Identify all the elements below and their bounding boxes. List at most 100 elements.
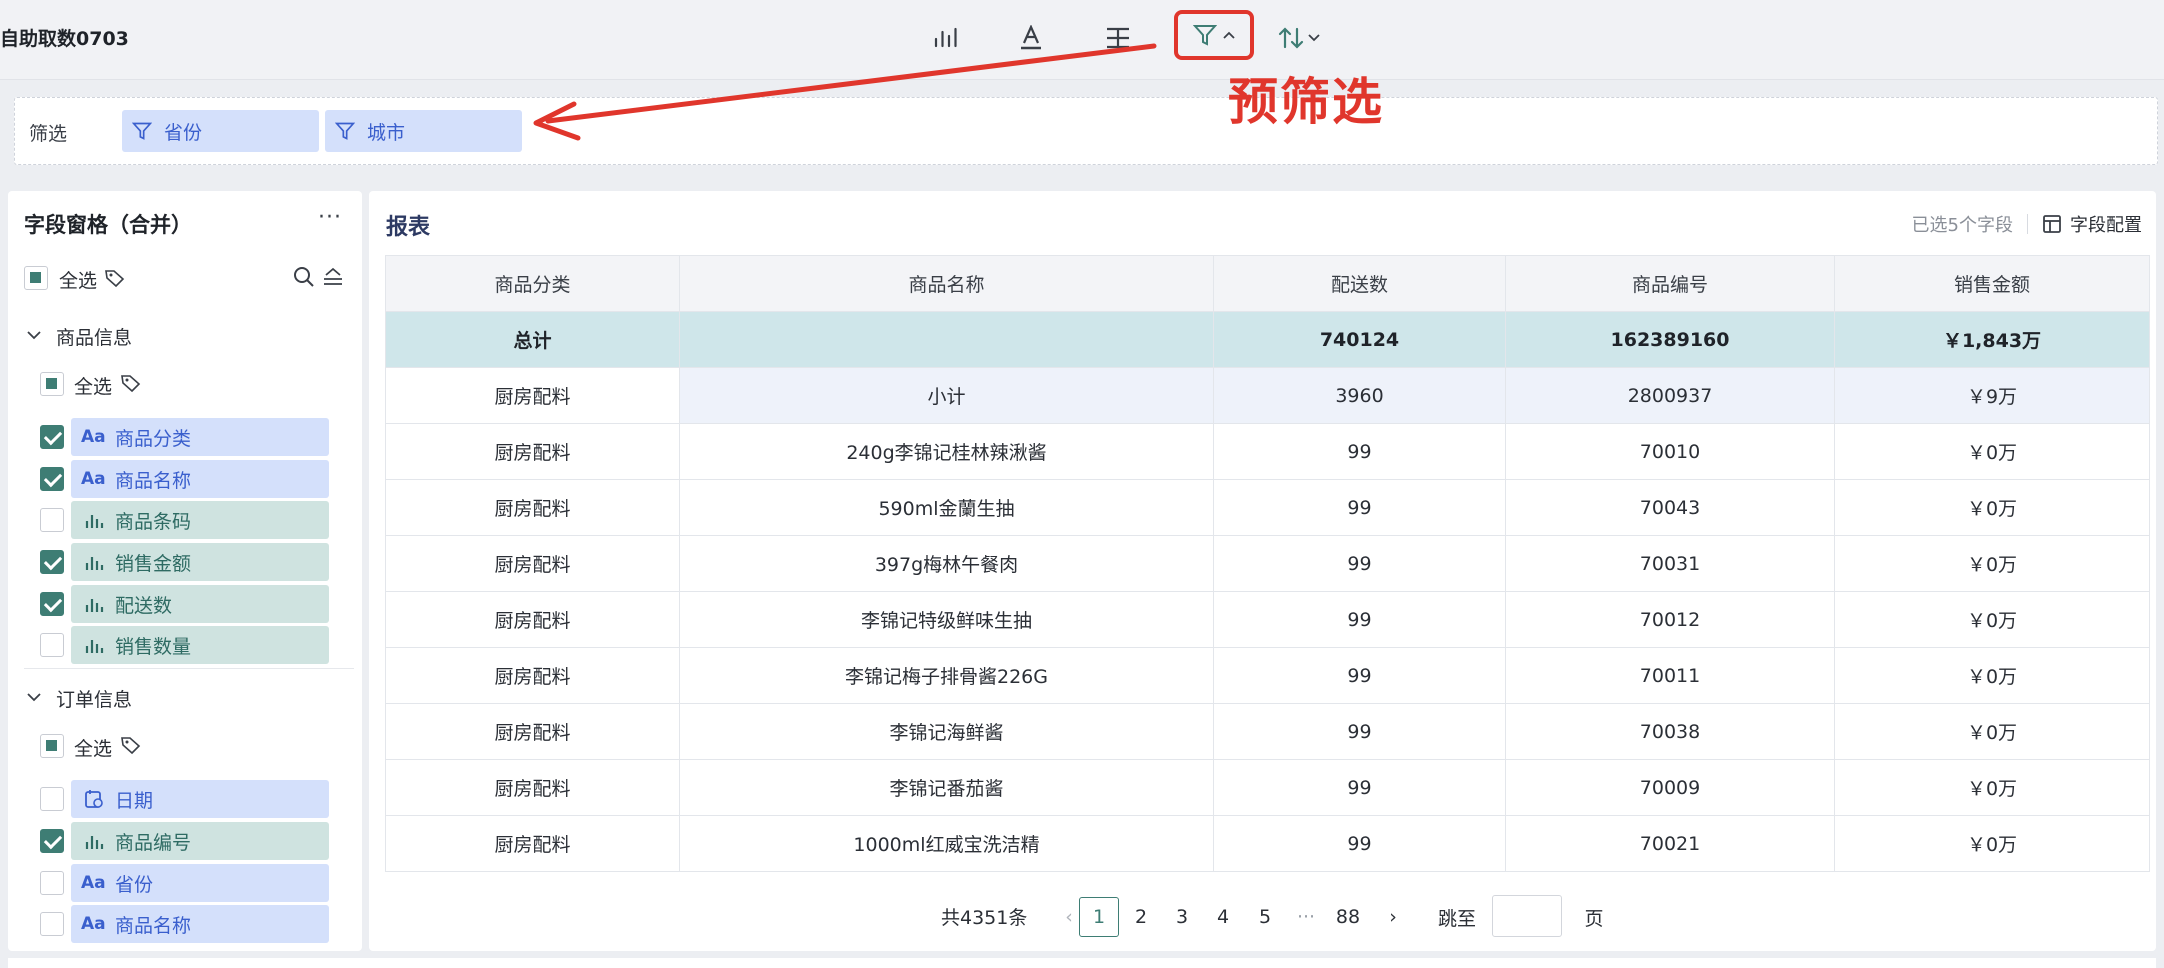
- field-checkbox[interactable]: [40, 425, 64, 449]
- table-cell: 397g梅林午餐肉: [679, 535, 1214, 592]
- table-cell: ￥0万: [1834, 815, 2150, 872]
- field-item[interactable]: 日期: [71, 780, 329, 818]
- field-checkbox[interactable]: [40, 592, 64, 616]
- group-select-all-checkbox[interactable]: [40, 372, 64, 396]
- table-cell: 厨房配料: [385, 367, 680, 424]
- field-checkbox[interactable]: [40, 467, 64, 491]
- page-button[interactable]: 1: [1079, 897, 1119, 937]
- field-item[interactable]: Aa 商品分类: [71, 418, 329, 456]
- field-label: 商品编号: [115, 831, 192, 854]
- select-all-checkbox[interactable]: [24, 266, 48, 290]
- table-cell: 70009: [1505, 759, 1835, 816]
- group-name[interactable]: 商品信息: [56, 323, 132, 350]
- field-checkbox[interactable]: [40, 871, 64, 895]
- field-checkbox[interactable]: [40, 633, 64, 657]
- field-label: 商品名称: [115, 914, 192, 937]
- table-cell: 厨房配料: [385, 759, 680, 816]
- text-type-icon: Aa: [81, 914, 106, 934]
- measure-icon: [85, 640, 104, 653]
- table-cell: 99: [1213, 591, 1506, 648]
- field-checkbox[interactable]: [40, 829, 64, 853]
- column-header[interactable]: 销售金额: [1834, 255, 2150, 312]
- date-icon: [85, 790, 103, 808]
- table-row: 厨房配料 590ml金蘭生抽 99 70043 ￥0万: [385, 479, 2150, 536]
- table-row: 厨房配料 李锦记特级鲜味生抽 99 70012 ￥0万: [385, 591, 2150, 648]
- tag-icon[interactable]: [104, 268, 126, 288]
- column-header[interactable]: 商品编号: [1505, 255, 1835, 312]
- bottom-panel-edge: [8, 958, 2156, 968]
- field-checkbox[interactable]: [40, 912, 64, 936]
- page-button[interactable]: 2: [1121, 897, 1161, 937]
- field-checkbox[interactable]: [40, 787, 64, 811]
- report-title: 报表: [386, 215, 431, 240]
- table-header-row: 商品分类 商品名称 配送数 商品编号 销售金额: [385, 255, 2150, 312]
- panel-title: 字段窗格（合并）: [24, 213, 192, 237]
- table-cell: 厨房配料: [385, 703, 680, 760]
- group-name[interactable]: 订单信息: [56, 685, 132, 712]
- jump-page-input[interactable]: [1492, 895, 1562, 937]
- field-item[interactable]: Aa 商品名称: [71, 460, 329, 498]
- field-item[interactable]: 商品编号: [71, 822, 329, 860]
- field-item[interactable]: 配送数: [71, 585, 329, 623]
- divider: [2027, 214, 2028, 234]
- field-item[interactable]: 商品条码: [71, 501, 329, 539]
- jump-label: 跳至: [1437, 907, 1476, 930]
- subtotal-row: 厨房配料 小计 3960 2800937 ￥9万: [385, 367, 2150, 424]
- chevron-down-icon[interactable]: [26, 691, 42, 703]
- field-checkbox[interactable]: [40, 508, 64, 532]
- field-label: 商品分类: [115, 427, 192, 450]
- table-cell: 590ml金蘭生抽: [679, 479, 1214, 536]
- field-checkbox[interactable]: [40, 550, 64, 574]
- field-label: 配送数: [115, 594, 173, 617]
- page-button[interactable]: 88: [1328, 897, 1368, 937]
- table-cell: ￥0万: [1834, 647, 2150, 704]
- more-icon[interactable]: ···: [318, 205, 342, 230]
- search-icon[interactable]: [293, 266, 315, 288]
- ellipsis[interactable]: ···: [1286, 897, 1326, 937]
- table-cell: 162389160: [1505, 311, 1835, 368]
- collapse-all-icon[interactable]: [322, 267, 344, 287]
- chevron-down-icon[interactable]: [26, 329, 42, 341]
- field-item[interactable]: 销售数量: [71, 626, 329, 664]
- field-label: 日期: [115, 789, 154, 812]
- measure-icon: [85, 599, 104, 612]
- table-cell: 99: [1213, 535, 1506, 592]
- field-label: 销售金额: [115, 552, 192, 575]
- table-cell: ￥0万: [1834, 591, 2150, 648]
- field-item[interactable]: Aa 省份: [71, 864, 329, 902]
- table-row: 厨房配料 240g李锦记桂林辣湫酱 99 70010 ￥0万: [385, 423, 2150, 480]
- next-page-button[interactable]: ›: [1373, 897, 1413, 937]
- column-header[interactable]: 商品分类: [385, 255, 680, 312]
- table-row: 厨房配料 李锦记梅子排骨酱226G 99 70011 ￥0万: [385, 647, 2150, 704]
- table-cell: 李锦记海鲜酱: [679, 703, 1214, 760]
- table-cell: 99: [1213, 815, 1506, 872]
- table-config-icon: [2043, 215, 2061, 233]
- total-row: 总计 740124 162389160 ￥1,843万: [385, 311, 2150, 368]
- field-item[interactable]: Aa 商品名称: [71, 905, 329, 943]
- table-cell: 厨房配料: [385, 647, 680, 704]
- measure-icon: [85, 557, 104, 570]
- group-select-all-label: 全选: [74, 376, 113, 398]
- page-button[interactable]: 5: [1245, 897, 1285, 937]
- table-cell: ￥0万: [1834, 759, 2150, 816]
- table-cell: 70010: [1505, 423, 1835, 480]
- page-button[interactable]: 4: [1203, 897, 1243, 937]
- tag-icon[interactable]: [120, 373, 142, 393]
- table-cell: 99: [1213, 479, 1506, 536]
- table-cell: 70038: [1505, 703, 1835, 760]
- table-cell: ￥1,843万: [1834, 311, 2150, 368]
- field-item[interactable]: 销售金额: [71, 543, 329, 581]
- table-cell: 99: [1213, 423, 1506, 480]
- column-header[interactable]: 配送数: [1213, 255, 1506, 312]
- table-cell: 99: [1213, 703, 1506, 760]
- group-select-all-checkbox[interactable]: [40, 734, 64, 758]
- report-table: 商品分类 商品名称 配送数 商品编号 销售金额 总计 740124 162389…: [385, 255, 2150, 872]
- table-cell: 小计: [679, 367, 1214, 424]
- selected-fields-count: 已选5个字段: [1911, 215, 2013, 236]
- tag-icon[interactable]: [120, 735, 142, 755]
- field-config-button[interactable]: 字段配置: [2042, 211, 2142, 237]
- table-cell: ￥9万: [1834, 367, 2150, 424]
- column-header[interactable]: 商品名称: [679, 255, 1214, 312]
- page-button[interactable]: 3: [1162, 897, 1202, 937]
- table-cell: 99: [1213, 759, 1506, 816]
